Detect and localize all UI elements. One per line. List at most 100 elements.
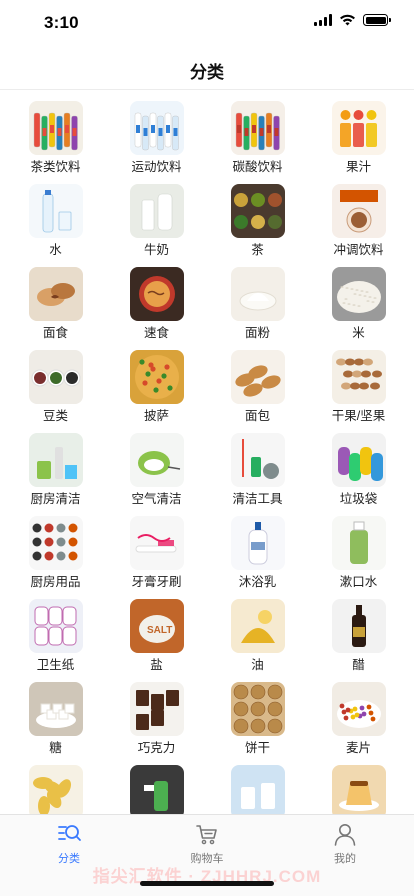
category-label: 盐 [150,658,163,672]
category-label: 卫生纸 [36,658,75,672]
category-label: 豆类 [42,409,68,423]
pudding-icon [331,765,386,814]
nav-bar: 分类 [0,46,414,90]
category-label: 空气清洁 [131,492,182,506]
water-bottle-icon [28,184,83,238]
category-label: 牛奶 [143,243,169,257]
screen: 3:10 分类 茶类饮料 运动饮料 碳酸饮料 果汁水 牛奶 茶 冲调饮料面食 速食 面粉 米豆类 披… [0,0,414,896]
pizza-icon [129,350,184,404]
mouthwash-icon [331,516,386,570]
category-item[interactable]: 茶 [207,178,308,261]
category-item[interactable]: 冲调饮料 [308,178,409,261]
category-item[interactable]: 厨房清洁 [5,427,106,510]
category-item[interactable]: 干果/坚果 [308,344,409,427]
sports-drink-icon [129,101,184,155]
category-item[interactable]: 油 [207,593,308,676]
category-item[interactable]: 面食 [5,261,106,344]
category-item[interactable]: 茶类饮料 [5,95,106,178]
status-bar: 3:10 [0,0,414,46]
category-label: 运动饮料 [131,160,182,174]
category-item[interactable]: 米 [308,261,409,344]
category-label: 厨房清洁 [30,492,81,506]
category-item[interactable]: 运动饮料 [106,95,207,178]
category-item[interactable]: 面包 [207,344,308,427]
category-item[interactable]: 披萨 [106,344,207,427]
tea-drinks-icon [28,101,83,155]
cereal-icon [331,682,386,736]
category-label: 糖 [49,741,62,755]
yogurt-icon [230,765,285,814]
category-item[interactable] [106,759,207,814]
juice-icon [331,101,386,155]
category-item[interactable]: 牛奶 [106,178,207,261]
battery-icon [363,14,391,26]
category-label: 垃圾袋 [339,492,378,506]
user-icon [334,824,356,846]
page-title: 分类 [190,63,224,82]
category-label: 巧克力 [137,741,176,755]
category-item[interactable]: 果汁 [308,95,409,178]
salt-icon: SALT [129,599,184,653]
category-item[interactable] [308,759,409,814]
category-label: 披萨 [143,409,169,423]
pastry-icon [28,267,83,321]
category-item[interactable]: SALT 盐 [106,593,207,676]
category-label: 水 [49,243,62,257]
instant-drink-icon [331,184,386,238]
category-label: 面包 [244,409,270,423]
flour-icon [230,267,285,321]
nuts-icon [331,350,386,404]
category-item[interactable]: 面粉 [207,261,308,344]
cellular-signal-icon [314,14,332,26]
category-grid-scroll[interactable]: 茶类饮料 运动饮料 碳酸饮料 果汁水 牛奶 茶 冲调饮料面食 速食 面粉 米豆类 披萨 面包 干果/坚果… [0,91,414,814]
category-label: 醋 [352,658,365,672]
kitchenware-icon [28,516,83,570]
category-label: 饼干 [244,741,270,755]
category-label: 面食 [42,326,68,340]
biscuits-icon [230,682,285,736]
toothbrush-icon [129,516,184,570]
category-item[interactable]: 豆类 [5,344,106,427]
oil-icon [230,599,285,653]
sugar-icon [28,682,83,736]
category-item[interactable]: 卫生纸 [5,593,106,676]
chocolate-icon [129,682,184,736]
category-label: 牙膏牙刷 [131,575,182,589]
category-item[interactable]: 沐浴乳 [207,510,308,593]
beans-icon [28,350,83,404]
category-label: 果汁 [345,160,371,174]
instant-noodle-icon [129,267,184,321]
category-label: 漱口水 [339,575,378,589]
body-wash-icon [230,516,285,570]
category-label: 冲调饮料 [333,243,384,257]
category-item[interactable]: 碳酸饮料 [207,95,308,178]
category-item[interactable]: 清洁工具 [207,427,308,510]
category-item[interactable]: 水 [5,178,106,261]
category-item[interactable]: 巧克力 [106,676,207,759]
category-item[interactable]: 醋 [308,593,409,676]
kitchen-cleaning-icon [28,433,83,487]
category-item[interactable]: 空气清洁 [106,427,207,510]
category-item[interactable]: 牙膏牙刷 [106,510,207,593]
cleaner-spray-icon [129,765,184,814]
category-label: 面粉 [244,326,270,340]
category-grid: 茶类饮料 运动饮料 碳酸饮料 果汁水 牛奶 茶 冲调饮料面食 速食 面粉 米豆类 披萨 面包 干果/坚果… [0,91,414,814]
toilet-paper-icon [28,599,83,653]
category-item[interactable]: 糖 [5,676,106,759]
category-item[interactable]: 速食 [106,261,207,344]
category-item[interactable]: 麦片 [308,676,409,759]
category-label: 干果/坚果 [331,409,386,423]
category-item[interactable]: 垃圾袋 [308,427,409,510]
cleaning-tools-icon [230,433,285,487]
category-item[interactable] [207,759,308,814]
trash-bag-icon [331,433,386,487]
category-item[interactable]: 漱口水 [308,510,409,593]
category-label: 麦片 [345,741,371,755]
category-label: 茶 [251,243,264,257]
category-item[interactable]: 厨房用品 [5,510,106,593]
vinegar-icon [331,599,386,653]
wifi-icon [340,14,355,26]
category-item[interactable]: 饼干 [207,676,308,759]
category-item[interactable] [5,759,106,814]
tea-leaves-icon [230,184,285,238]
